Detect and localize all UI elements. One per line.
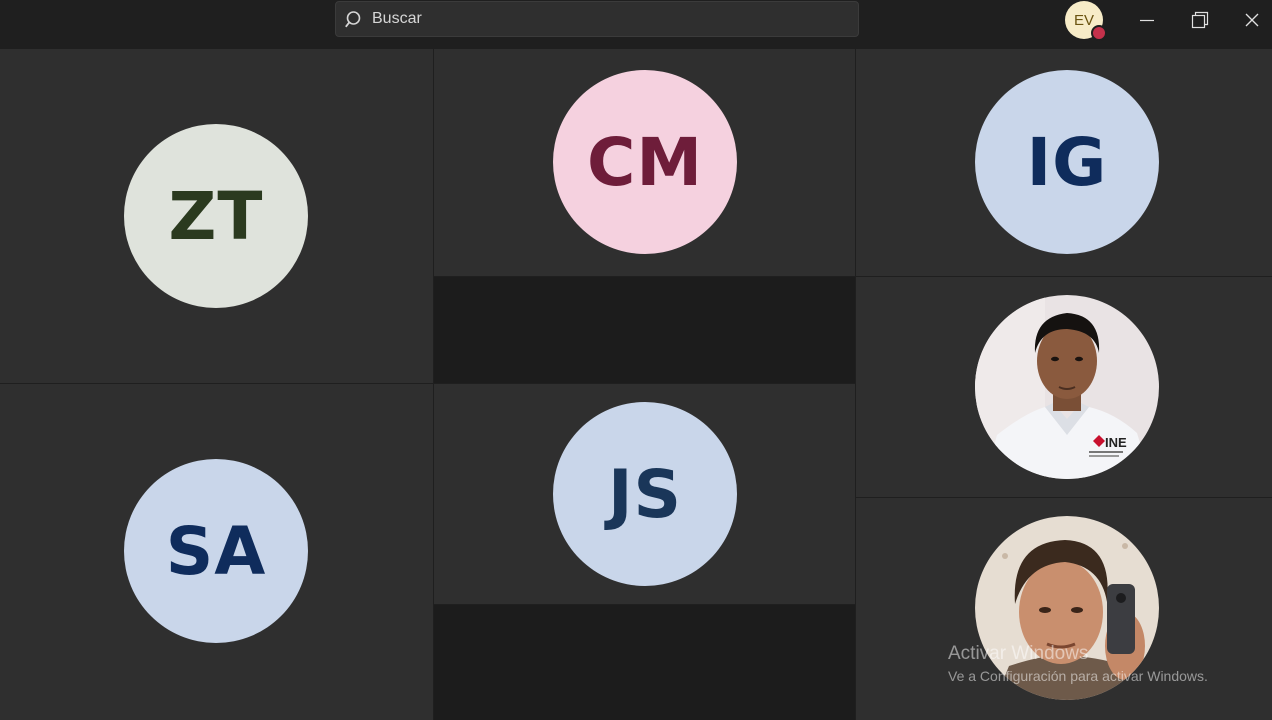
watermark-title: Activar Windows [948, 643, 1089, 664]
empty-tile [434, 605, 855, 720]
participant-avatar: IG [975, 70, 1159, 254]
title-bar: EV [0, 0, 1272, 49]
participant-photo: INE [975, 295, 1159, 479]
minimize-icon [1140, 19, 1154, 22]
participant-tile-photo-1[interactable]: INE [856, 277, 1272, 497]
search-icon [345, 11, 361, 28]
participant-tile-cm[interactable]: CM [434, 49, 855, 276]
participant-tile-photo-2[interactable] [856, 498, 1272, 720]
participant-avatar: JS [553, 402, 737, 586]
participant-tile-zt[interactable]: ZT [0, 49, 433, 383]
man-white-shirt-ine-logo-icon: INE [975, 295, 1159, 479]
close-icon [1245, 13, 1259, 27]
windows-activation-watermark: Activar Windows Ve a Configuración para … [948, 642, 1208, 686]
shirt-logo-text: INE [1105, 435, 1127, 450]
close-button[interactable] [1229, 0, 1272, 40]
participant-tile-js[interactable]: JS [434, 384, 855, 604]
participant-avatar: CM [553, 70, 737, 254]
restore-button[interactable] [1177, 0, 1223, 40]
watermark-subtitle: Ve a Configuración para activar Windows. [948, 668, 1208, 684]
search-input[interactable] [372, 2, 842, 36]
participant-tile-sa[interactable]: SA [0, 384, 433, 720]
empty-tile [434, 277, 855, 383]
participant-avatar: ZT [124, 124, 308, 308]
search-box[interactable] [335, 1, 859, 37]
participant-avatar: SA [124, 459, 308, 643]
participant-tile-ig[interactable]: IG [856, 49, 1272, 276]
minimize-button[interactable] [1124, 0, 1170, 40]
restore-icon [1191, 11, 1209, 29]
presence-status-dot [1091, 25, 1107, 41]
